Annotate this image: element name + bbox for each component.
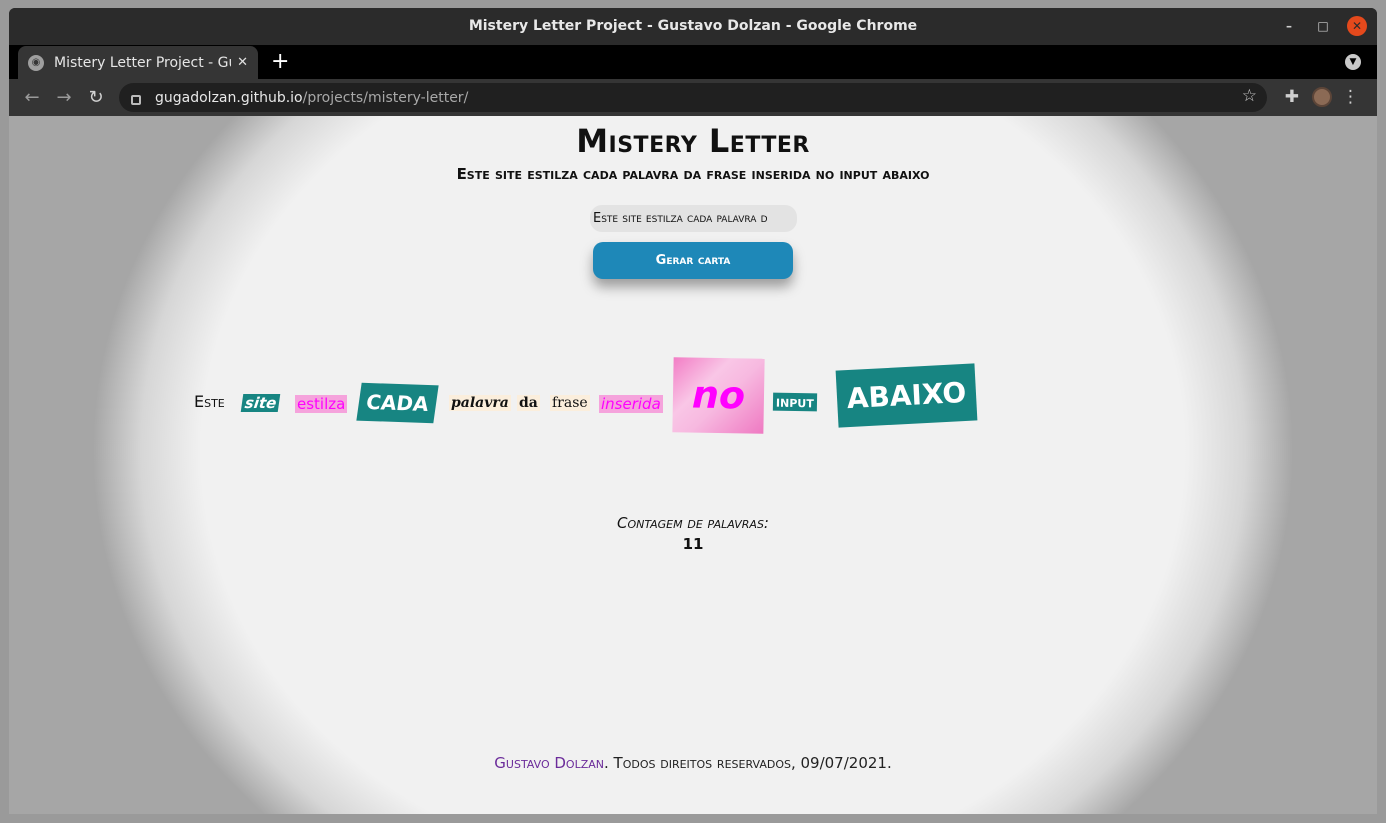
word-count-label: Contagem de palavras: — [617, 514, 769, 532]
letter-word[interactable]: site — [240, 394, 281, 412]
letter-word[interactable]: palavra — [449, 395, 511, 411]
globe-icon: ◉ — [28, 54, 44, 71]
url-host: gugadolzan.github.io — [155, 89, 303, 106]
maximize-button[interactable]: □ — [1313, 16, 1333, 36]
letter-word[interactable]: no — [672, 357, 765, 434]
lock-icon — [131, 94, 141, 105]
reload-icon[interactable]: ↻ — [85, 87, 107, 109]
letter-word[interactable]: inserida — [599, 395, 663, 413]
minimize-button[interactable]: – — [1279, 16, 1299, 36]
letter-word[interactable]: frase — [550, 395, 590, 411]
tab-title: Mistery Letter Project - Gu — [54, 54, 232, 71]
browser-window: Mistery Letter Project - Gustavo Dolzan … — [9, 8, 1377, 814]
extensions-puzzle-icon[interactable]: ✚ — [1285, 87, 1299, 107]
word-count-value: 11 — [682, 535, 704, 553]
browser-toolbar: ← → ↻ gugadolzan.github.io /projects/mis… — [9, 79, 1377, 116]
letter-text-input[interactable] — [590, 205, 797, 232]
kebab-menu-icon[interactable]: ⋮ — [1342, 87, 1359, 107]
letter-word[interactable]: input — [772, 392, 817, 412]
page-viewport: Mistery Letter Este site estilza cada pa… — [9, 116, 1377, 814]
forward-arrow-icon[interactable]: → — [53, 87, 75, 109]
window-title: Mistery Letter Project - Gustavo Dolzan … — [468, 18, 918, 34]
footer-text: . Todos direitos reservados, 09/07/2021. — [604, 754, 892, 772]
url-path: /projects/mistery-letter/ — [302, 89, 469, 106]
address-bar[interactable]: gugadolzan.github.io /projects/mistery-l… — [119, 83, 1267, 112]
window-titlebar: Mistery Letter Project - Gustavo Dolzan … — [9, 8, 1377, 45]
bookmark-star-icon[interactable]: ☆ — [1242, 86, 1257, 106]
letter-word[interactable]: CADA — [356, 382, 439, 424]
letter-word[interactable]: Este — [194, 392, 225, 411]
close-window-button[interactable]: ✕ — [1347, 16, 1367, 36]
author-link[interactable]: Gustavo Dolzan — [494, 754, 604, 772]
new-tab-button[interactable]: + — [271, 50, 289, 74]
tab-active[interactable]: ◉ Mistery Letter Project - Gu ✕ — [18, 46, 258, 79]
tab-search-chevron-icon[interactable]: ▼ — [1345, 54, 1361, 70]
letter-word[interactable]: estilza — [295, 395, 348, 413]
tab-close-button[interactable]: ✕ — [237, 55, 248, 70]
tab-strip: ◉ Mistery Letter Project - Gu ✕ + ▼ — [9, 45, 1377, 79]
page-subtitle: Este site estilza cada palavra da frase … — [456, 165, 930, 183]
profile-avatar[interactable] — [1312, 87, 1332, 107]
letter-word[interactable]: ABAIXO — [835, 363, 978, 428]
page-footer: Gustavo Dolzan. Todos direitos reservado… — [9, 754, 1377, 772]
generated-letter: Este site estilza CADA palavra da frase … — [9, 348, 1377, 438]
back-arrow-icon[interactable]: ← — [21, 87, 43, 109]
letter-word[interactable]: da — [517, 395, 540, 411]
generate-letter-button[interactable]: Gerar carta — [593, 242, 793, 279]
window-controls: – □ ✕ — [1279, 16, 1367, 36]
page-title: Mistery Letter — [576, 122, 810, 160]
